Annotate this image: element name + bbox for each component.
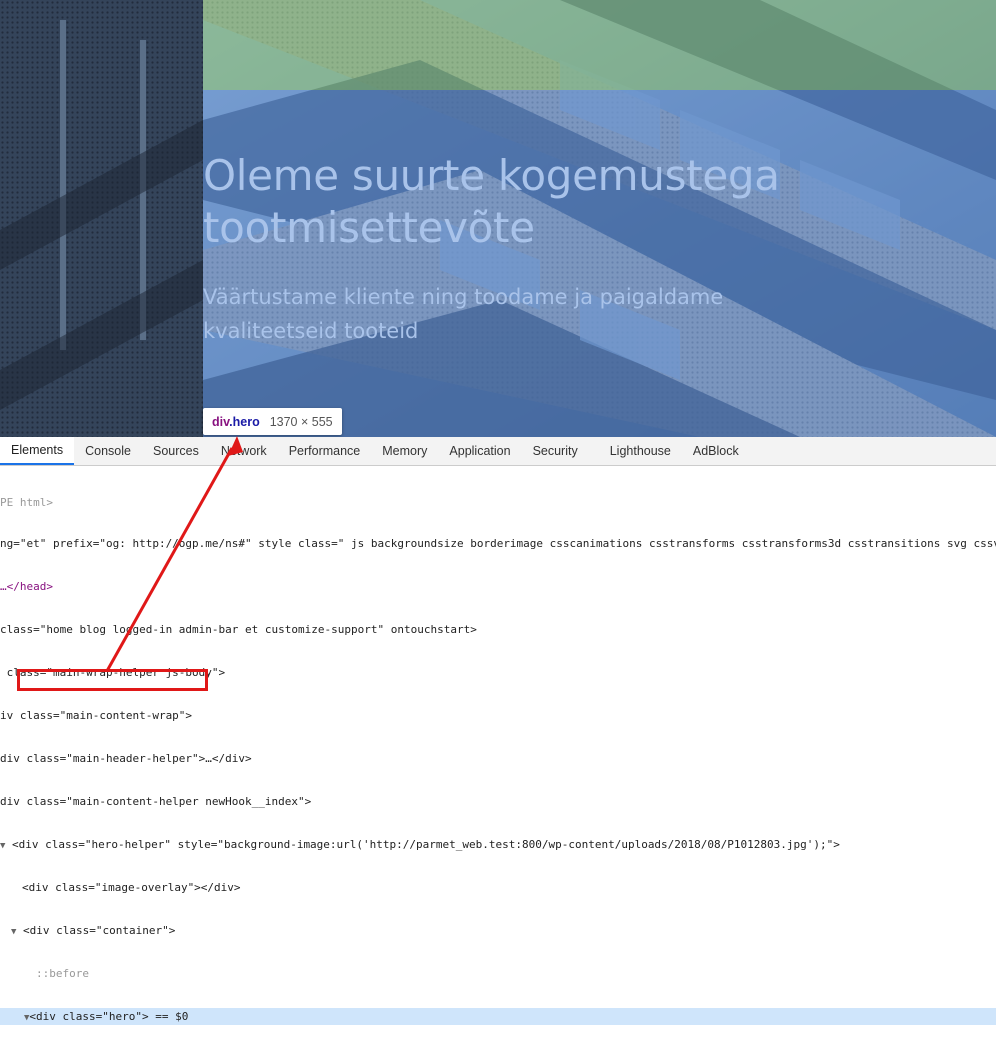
dom-node-line-selected[interactable]: ▼<div class="hero"> == $0 bbox=[0, 1008, 996, 1025]
dom-node-line[interactable]: …</head> bbox=[0, 578, 996, 595]
tab-network[interactable]: Network bbox=[210, 437, 278, 465]
tab-elements[interactable]: Elements bbox=[0, 437, 75, 465]
dom-node-line[interactable]: PE html> bbox=[0, 492, 996, 509]
dom-node-line[interactable]: ::before bbox=[0, 965, 996, 982]
dom-node-line[interactable]: div class="main-content-helper newHook__… bbox=[0, 793, 996, 810]
tab-memory[interactable]: Memory bbox=[371, 437, 438, 465]
dom-node-text: PE html> bbox=[0, 496, 53, 509]
dom-node-text: iv class="main-content-wrap"> bbox=[0, 709, 193, 722]
devtools-panel: Elements Console Sources Network Perform… bbox=[0, 437, 996, 1025]
dom-node-line[interactable]: iv class="main-content-wrap"> bbox=[0, 707, 996, 724]
dom-node-line[interactable]: ng="et" prefix="og: http://ogp.me/ns#" s… bbox=[0, 535, 996, 552]
hero-title-line: tootmisettevõte bbox=[203, 203, 535, 252]
dom-node-text: class="main-wrap-helper js-body"> bbox=[0, 666, 226, 679]
dom-node-text: div class="main-header-helper">…</div> bbox=[0, 752, 252, 765]
dom-node-line[interactable]: class="home blog logged-in admin-bar et … bbox=[0, 621, 996, 638]
dom-node-text: <div class="hero"> == $0 bbox=[29, 1010, 189, 1023]
hero-title-line: Oleme suurte kogemustega bbox=[203, 151, 780, 200]
hero-subtitle-line: Väärtustame kliente ning toodame ja paig… bbox=[203, 285, 724, 309]
tooltip-selector: div.hero bbox=[212, 415, 260, 429]
hero-subtitle-line: kvaliteetseid tooteid bbox=[203, 319, 419, 343]
dom-node-line[interactable]: <div class="image-overlay"></div> bbox=[0, 879, 996, 896]
dom-node-text: <div class="hero-helper" style="backgrou… bbox=[12, 838, 840, 851]
dom-node-line[interactable]: ▼ <div class="hero-helper" style="backgr… bbox=[0, 836, 996, 853]
tooltip-dimensions: 1370 × 555 bbox=[269, 414, 333, 429]
dom-node-line[interactable]: class="main-wrap-helper js-body"> bbox=[0, 664, 996, 681]
tab-security[interactable]: Security bbox=[522, 437, 589, 465]
dom-node-text: class="home blog logged-in admin-bar et … bbox=[0, 623, 477, 636]
tab-console[interactable]: Console bbox=[74, 437, 142, 465]
hero-subtitle: Väärtustame kliente ning toodame ja paig… bbox=[203, 280, 903, 348]
inspect-tooltip: div.hero 1370 × 555 bbox=[203, 408, 342, 435]
expand-triangle-icon[interactable]: ▼ bbox=[0, 841, 5, 851]
devtools-tabbar: Elements Console Sources Network Perform… bbox=[0, 437, 996, 466]
hero-title: Oleme suurte kogemustega tootmisettevõte bbox=[203, 150, 963, 254]
dom-node-line[interactable]: div class="main-header-helper">…</div> bbox=[0, 750, 996, 767]
pseudo-element-text: ::before bbox=[36, 967, 89, 980]
tab-application[interactable]: Application bbox=[438, 437, 521, 465]
tab-lighthouse[interactable]: Lighthouse bbox=[599, 437, 682, 465]
hero-section: Oleme suurte kogemustega tootmisettevõte… bbox=[0, 0, 996, 437]
tab-adblock[interactable]: AdBlock bbox=[682, 437, 750, 465]
dom-node-text: <div class="container"> bbox=[23, 924, 176, 937]
tooltip-tag: div bbox=[212, 414, 230, 429]
tab-performance[interactable]: Performance bbox=[278, 437, 372, 465]
dom-node-line[interactable]: ▼ <div class="container"> bbox=[0, 922, 996, 939]
dom-node-text: div class="main-content-helper newHook__… bbox=[0, 795, 312, 808]
dom-node-text: …</head> bbox=[0, 580, 53, 593]
elements-tree: PE html> ng="et" prefix="og: http://ogp.… bbox=[0, 466, 996, 1051]
expand-triangle-icon[interactable]: ▼ bbox=[11, 927, 16, 937]
dom-node-text: ng="et" prefix="og: http://ogp.me/ns#" s… bbox=[0, 537, 996, 550]
dom-node-text: <div class="image-overlay"></div> bbox=[22, 881, 241, 894]
tab-sources[interactable]: Sources bbox=[142, 437, 210, 465]
tooltip-class: .hero bbox=[229, 414, 260, 429]
